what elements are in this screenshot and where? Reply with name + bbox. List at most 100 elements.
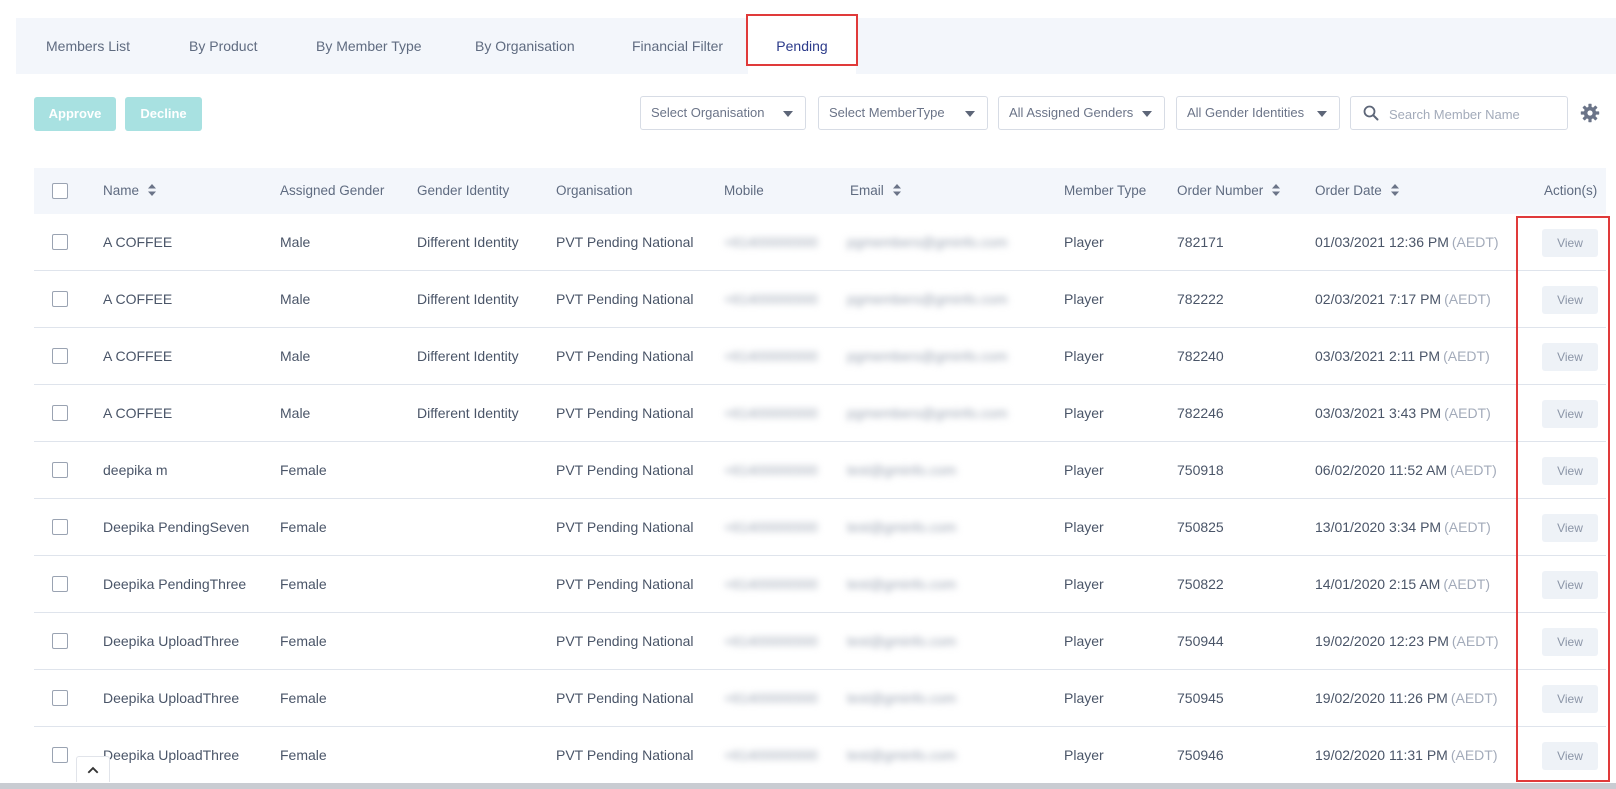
order-date-value: 03/03/2021 2:11 PM [1315, 348, 1441, 364]
order-date-value: 06/02/2020 11:52 AM [1315, 462, 1448, 478]
row-checkbox[interactable] [52, 576, 68, 592]
cell-order-date: 02/03/2021 7:17 PM (AEDT) [1315, 271, 1491, 327]
header-assigned-gender: Assigned Gender [280, 183, 385, 198]
cell-member-type: Player [1064, 405, 1104, 421]
cell-member-type: Player [1064, 462, 1104, 478]
order-date-value: 19/02/2020 11:26 PM [1315, 690, 1448, 706]
cell-assigned-gender: Female [280, 747, 327, 763]
view-button[interactable]: View [1542, 685, 1598, 713]
cell-name: A COFFEE [103, 348, 173, 364]
chevron-down-icon [965, 111, 975, 117]
view-button[interactable]: View [1542, 628, 1598, 656]
scroll-up-button[interactable] [76, 756, 110, 782]
row-checkbox[interactable] [52, 633, 68, 649]
cell-assigned-gender: Male [280, 291, 311, 307]
row-checkbox[interactable] [52, 690, 68, 706]
cell-organisation: PVT Pending National [556, 462, 694, 478]
assigned-gender-select[interactable]: All Assigned Genders [998, 96, 1165, 130]
select-all-checkbox[interactable] [52, 183, 68, 199]
chevron-up-icon [87, 766, 99, 774]
cell-mobile: +61400000000 [724, 234, 818, 250]
table-row: Deepika UploadThree Female PVT Pending Nat… [34, 670, 1606, 727]
timezone-label: (AEDT) [1451, 633, 1499, 649]
header-order-date[interactable]: Order Date [1315, 168, 1400, 214]
table-row: deepika m Female PVT Pending National +6140… [34, 442, 1606, 499]
view-button[interactable]: View [1542, 343, 1598, 371]
sort-icon[interactable] [1271, 183, 1281, 197]
view-button[interactable]: View [1542, 286, 1598, 314]
row-checkbox[interactable] [52, 234, 68, 250]
cell-assigned-gender: Female [280, 633, 327, 649]
cell-order-number: 750822 [1177, 576, 1224, 592]
gender-identity-select[interactable]: All Gender Identities [1176, 96, 1340, 130]
view-button[interactable]: View [1542, 514, 1598, 542]
tab-by-organisation[interactable]: By Organisation [475, 18, 575, 74]
sort-icon[interactable] [147, 183, 157, 197]
view-button[interactable]: View [1542, 400, 1598, 428]
timezone-label: (AEDT) [1444, 291, 1491, 307]
cell-order-number: 750918 [1177, 462, 1224, 478]
cell-order-number: 782246 [1177, 405, 1224, 421]
approve-button[interactable]: Approve [34, 97, 116, 131]
timezone-label: (AEDT) [1450, 690, 1498, 706]
row-checkbox[interactable] [52, 291, 68, 307]
cell-mobile: +61400000000 [724, 576, 818, 592]
cell-assigned-gender: Male [280, 234, 311, 250]
sort-icon[interactable] [892, 183, 902, 197]
tab-by-member-type[interactable]: By Member Type [316, 18, 422, 74]
assigned-gender-select-value: All Assigned Genders [1009, 105, 1134, 120]
cell-order-date: 01/03/2021 12:36 PM (AEDT) [1315, 214, 1499, 270]
table-row: Deepika PendingSeven Female PVT Pending Na… [34, 499, 1606, 556]
table-row: A COFFEE Male Different Identity PVT Pendin… [34, 385, 1606, 442]
cell-email: test@gminfo.com [847, 576, 957, 592]
cell-email: test@gminfo.com [847, 633, 957, 649]
view-button[interactable]: View [1542, 742, 1598, 770]
cell-order-date: 14/01/2020 2:15 AM (AEDT) [1315, 556, 1490, 612]
horizontal-scrollbar[interactable] [0, 783, 1616, 789]
header-name[interactable]: Name [103, 168, 157, 214]
member-search [1350, 96, 1568, 130]
gear-icon[interactable] [1580, 103, 1600, 123]
gender-identity-select-value: All Gender Identities [1187, 105, 1305, 120]
search-input[interactable] [1387, 98, 1567, 130]
cell-mobile: +61400000000 [724, 462, 818, 478]
cell-order-number: 750945 [1177, 690, 1224, 706]
tab-by-product[interactable]: By Product [189, 18, 257, 74]
tab-members-list[interactable]: Members List [46, 18, 130, 74]
row-checkbox[interactable] [52, 462, 68, 478]
cell-assigned-gender: Female [280, 519, 327, 535]
organisation-select[interactable]: Select Organisation [640, 96, 806, 130]
cell-organisation: PVT Pending National [556, 633, 694, 649]
cell-member-type: Player [1064, 633, 1104, 649]
table-row: Deepika UploadThree Female PVT Pending Nat… [34, 613, 1606, 670]
chevron-down-icon [783, 111, 793, 117]
row-checkbox[interactable] [52, 747, 68, 763]
cell-name: deepika m [103, 462, 168, 478]
view-button[interactable]: View [1542, 571, 1598, 599]
header-order-number[interactable]: Order Number [1177, 168, 1281, 214]
order-date-value: 01/03/2021 12:36 PM [1315, 234, 1449, 250]
cell-member-type: Player [1064, 291, 1104, 307]
decline-button[interactable]: Decline [125, 97, 202, 131]
row-checkbox[interactable] [52, 519, 68, 535]
cell-mobile: +61400000000 [724, 633, 818, 649]
order-date-value: 19/02/2020 12:23 PM [1315, 633, 1449, 649]
member-type-select[interactable]: Select MemberType [818, 96, 988, 130]
cell-gender-identity: Different Identity [417, 291, 519, 307]
row-checkbox[interactable] [52, 348, 68, 364]
row-checkbox[interactable] [52, 405, 68, 421]
header-email[interactable]: Email [850, 168, 902, 214]
cell-name: A COFFEE [103, 405, 173, 421]
sort-icon[interactable] [1390, 183, 1400, 197]
cell-gender-identity: Different Identity [417, 234, 519, 250]
tab-pending[interactable]: Pending [748, 18, 856, 74]
view-button[interactable]: View [1542, 229, 1598, 257]
organisation-select-value: Select Organisation [651, 105, 765, 120]
tab-financial-filter[interactable]: Financial Filter [632, 18, 723, 74]
cell-order-date: 13/01/2020 3:34 PM (AEDT) [1315, 499, 1491, 555]
header-mobile: Mobile [724, 183, 764, 198]
view-button[interactable]: View [1542, 457, 1598, 485]
cell-order-date: 19/02/2020 12:23 PM (AEDT) [1315, 613, 1499, 669]
cell-email: pgmembers@gminfo.com [847, 234, 1008, 250]
cell-name: Deepika PendingThree [103, 576, 247, 592]
